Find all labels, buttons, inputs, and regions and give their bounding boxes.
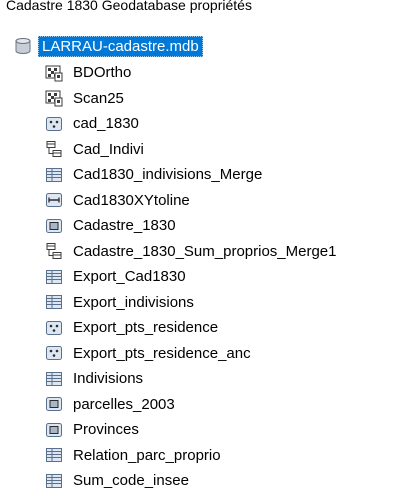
tree-item[interactable]: parcelles_2003: [44, 392, 337, 418]
tree-item[interactable]: Export_pts_residence: [44, 315, 337, 341]
tree-item-label: BDOrtho: [73, 64, 132, 82]
geodatabase-node[interactable]: LARRAU-cadastre.mdb: [14, 34, 203, 58]
tree-item[interactable]: Export_indivisions: [44, 290, 337, 316]
tree-item[interactable]: Cadastre_1830_Sum_proprios_Merge1: [44, 239, 337, 265]
tree-item-label: Relation_parc_proprio: [73, 446, 221, 464]
point-feature-class-icon: [44, 114, 64, 134]
tree-item-label: parcelles_2003: [73, 395, 175, 413]
tree-item[interactable]: Indivisions: [44, 366, 337, 392]
tree-item[interactable]: Export_Cad1830: [44, 264, 337, 290]
tree-item-label: Cadastre_1830: [73, 217, 176, 235]
line-feature-class-icon: [44, 190, 64, 210]
tree-item-label: Cad1830_indivisions_Merge: [73, 166, 263, 184]
tree-item-label: Sum_code_insee: [73, 472, 189, 490]
tree-item[interactable]: BDOrtho: [44, 60, 337, 86]
tree-item-label: Export_pts_residence: [73, 319, 219, 337]
geodatabase-contents-list: BDOrtho Scan25 cad_1830 Cad_Indivi Cad1830_i…: [44, 60, 337, 494]
relationship-class-icon: [44, 139, 64, 159]
table-icon: [44, 165, 64, 185]
tree-item[interactable]: Scan25: [44, 86, 337, 112]
table-icon: [44, 292, 64, 312]
header-title: Cadastre 1830 Geodatabase propriétés: [6, 0, 252, 13]
tree-item[interactable]: Cad_Indivi: [44, 137, 337, 163]
polygon-feature-class-icon: [44, 216, 64, 236]
tree-item-label: Export_indivisions: [73, 293, 194, 311]
tree-item[interactable]: cad_1830: [44, 111, 337, 137]
point-feature-class-icon: [44, 318, 64, 338]
tree-item[interactable]: Export_pts_residence_anc: [44, 341, 337, 367]
table-icon: [44, 369, 64, 389]
tree-item-label: Provinces: [73, 421, 139, 439]
tree-item[interactable]: Sum_code_insee: [44, 468, 337, 494]
table-icon: [44, 267, 64, 287]
tree-item-label: Scan25: [73, 89, 124, 107]
polygon-feature-class-icon: [44, 420, 64, 440]
relationship-class-icon: [44, 241, 64, 261]
tree-item[interactable]: Cadastre_1830: [44, 213, 337, 239]
raster-dataset-icon: [44, 63, 64, 83]
geodatabase-icon: [14, 37, 32, 55]
tree-item-label: Export_pts_residence_anc: [73, 344, 251, 362]
point-feature-class-icon: [44, 343, 64, 363]
tree-item-label: Cadastre_1830_Sum_proprios_Merge1: [73, 242, 337, 260]
tree-item[interactable]: Cad1830_indivisions_Merge: [44, 162, 337, 188]
tree-item-label: Export_Cad1830: [73, 268, 186, 286]
tree-item[interactable]: Relation_parc_proprio: [44, 443, 337, 469]
geodatabase-label: LARRAU-cadastre.mdb: [38, 35, 203, 57]
table-icon: [44, 445, 64, 465]
raster-dataset-icon: [44, 88, 64, 108]
tree-item[interactable]: Provinces: [44, 417, 337, 443]
tree-item-label: Cad_Indivi: [73, 140, 144, 158]
tree-item-label: Cad1830XYtoline: [73, 191, 190, 209]
tree-item-label: Indivisions: [73, 370, 144, 388]
polygon-feature-class-icon: [44, 394, 64, 414]
table-icon: [44, 471, 64, 491]
tree-item[interactable]: Cad1830XYtoline: [44, 188, 337, 214]
tree-item-label: cad_1830: [73, 115, 139, 133]
